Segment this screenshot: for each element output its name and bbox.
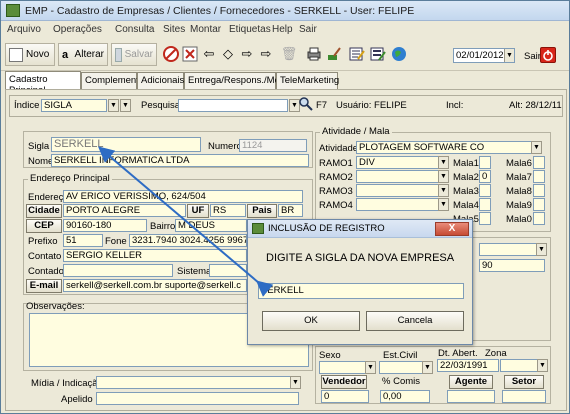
main-window: EMP - Cadastro de Empresas / Clientes / … (0, 0, 570, 414)
annotation-arrow (97, 146, 274, 297)
